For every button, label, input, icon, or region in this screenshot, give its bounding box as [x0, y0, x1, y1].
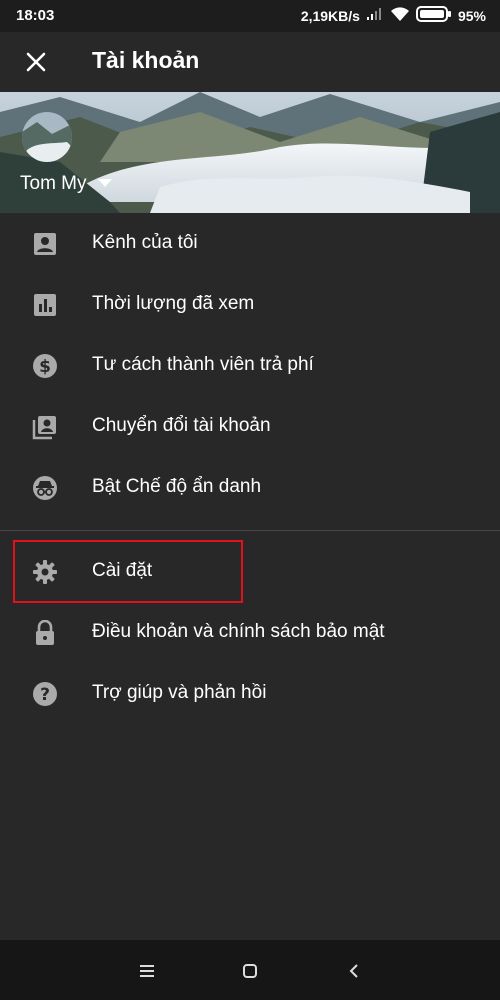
incognito-icon	[32, 475, 58, 501]
battery-icon	[415, 6, 452, 25]
svg-text:$: $	[39, 357, 51, 377]
menu-item-label: Chuyển đổi tài khoản	[92, 415, 271, 436]
menu-divider	[0, 530, 500, 531]
help-icon: ?	[32, 681, 58, 707]
account-switcher[interactable]: Tom My	[20, 170, 113, 198]
menu-item-label: Điều khoản và chính sách bảo mật	[92, 621, 385, 642]
account-banner: Tom My	[0, 92, 500, 213]
menu-item-help-feedback[interactable]: ? Trợ giúp và phản hồi	[0, 663, 500, 724]
settings-highlight-box	[13, 540, 243, 603]
lock-icon	[32, 620, 58, 646]
wifi-icon	[390, 6, 410, 25]
avatar[interactable]	[22, 112, 72, 162]
svg-text:?: ?	[40, 685, 50, 705]
menu-item-switch-account[interactable]: Chuyển đổi tài khoản	[0, 396, 500, 457]
bar-chart-icon	[32, 292, 58, 318]
menu-item-paid-membership[interactable]: $ Tư cách thành viên trả phí	[0, 335, 500, 396]
battery-level: 95%	[457, 7, 486, 24]
close-icon[interactable]	[20, 46, 52, 78]
status-bar: 18:03 2,19KB/s 95%	[0, 0, 500, 32]
menu-item-label: Tư cách thành viên trả phí	[92, 354, 314, 375]
menu-item-label: Trợ giúp và phản hồi	[92, 682, 267, 703]
menu-item-label: Thời lượng đã xem	[92, 293, 255, 314]
system-nav-bar	[0, 940, 500, 1000]
back-icon[interactable]	[341, 958, 367, 984]
menu-item-watch-time[interactable]: Thời lượng đã xem	[0, 274, 500, 335]
menu-item-my-channel[interactable]: Kênh của tôi	[0, 213, 500, 274]
page-title: Tài khoản	[92, 47, 200, 73]
caret-down-icon	[97, 175, 113, 193]
switch-account-icon	[32, 414, 58, 440]
menu-item-incognito[interactable]: Bật Chế độ ẩn danh	[0, 457, 500, 518]
status-time: 18:03	[16, 7, 55, 24]
home-square-icon[interactable]	[237, 958, 263, 984]
app-bar: Tài khoản	[0, 32, 500, 92]
menu-item-label: Bật Chế độ ẩn danh	[92, 476, 262, 497]
menu-icon[interactable]	[134, 958, 160, 984]
account-box-icon	[32, 231, 58, 257]
network-speed: 2,19KB/s	[300, 7, 360, 24]
menu-item-terms-privacy[interactable]: Điều khoản và chính sách bảo mật	[0, 602, 500, 663]
signal-icon	[366, 7, 384, 24]
account-name: Tom My	[20, 173, 87, 194]
status-right: 2,19KB/s 95%	[301, 6, 486, 25]
account-menu: Kênh của tôi Thời lượng đã xem $ Tư cách…	[0, 213, 500, 518]
dollar-circle-icon: $	[32, 353, 58, 379]
menu-item-label: Kênh của tôi	[92, 232, 198, 253]
